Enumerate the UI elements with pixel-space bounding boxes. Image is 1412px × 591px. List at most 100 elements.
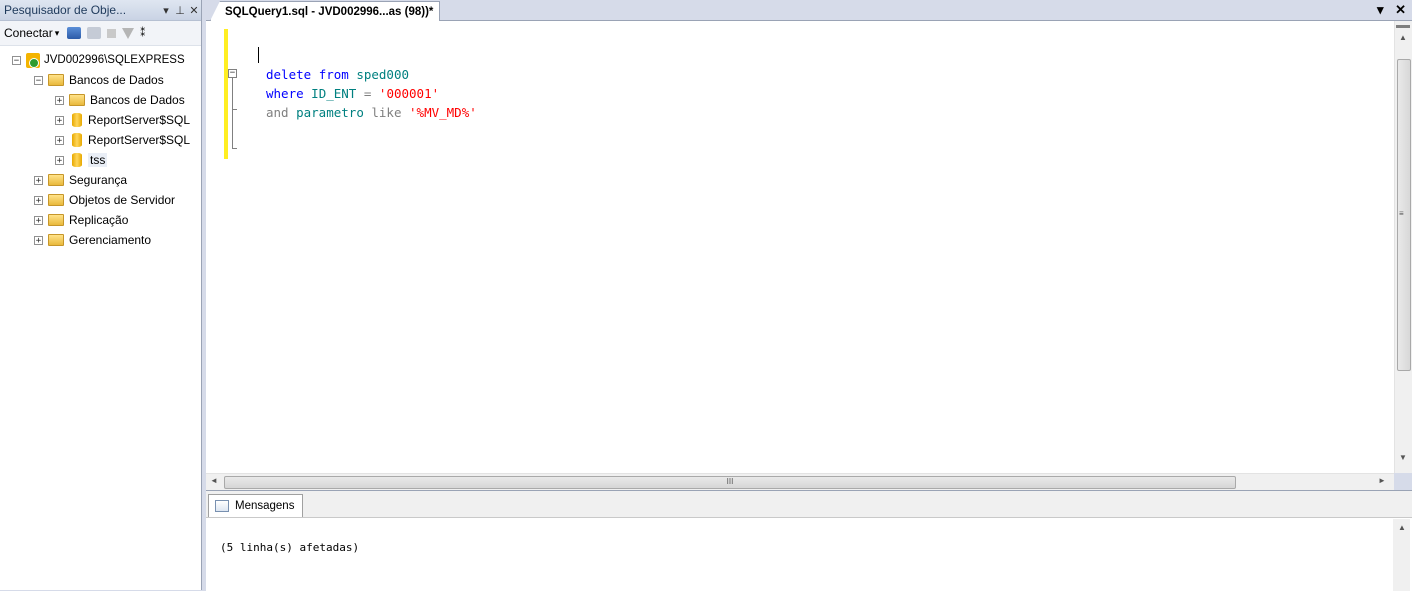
document-close-icon[interactable]: ✕ <box>1395 2 1406 17</box>
pin-icon[interactable]: ⊥ <box>173 4 187 17</box>
database-icon <box>72 133 82 147</box>
tree-node-label: Gerenciamento <box>69 233 152 247</box>
tree-node-replication[interactable]: + Replicação <box>0 210 201 230</box>
scroll-up-icon[interactable]: ▲ <box>1399 33 1407 42</box>
object-explorer-toolbar: Conectar ▾ ⁑ <box>0 21 201 46</box>
editor-horizontal-scrollbar[interactable]: ◄ III ► <box>206 473 1394 490</box>
operator: = <box>363 86 372 101</box>
database-icon <box>72 153 82 167</box>
scroll-left-icon[interactable]: ◄ <box>210 476 218 485</box>
object-explorer-title: Pesquisador de Obje... <box>4 3 127 17</box>
results-pane: Mensagens (5 linha(s) afetadas) ▲ <box>206 490 1412 591</box>
stop-icon[interactable] <box>107 28 117 38</box>
tab-label: Mensagens <box>235 500 295 512</box>
scroll-right-icon[interactable]: ► <box>1378 476 1386 485</box>
folder-icon <box>48 194 64 206</box>
tab-title: SQLQuery1.sql - JVD002996...as (98))* <box>225 5 434 18</box>
string-literal: '000001' <box>378 86 440 101</box>
results-tab-bar: Mensagens <box>206 491 1412 518</box>
tree-node-label: tss <box>88 153 108 167</box>
expand-icon[interactable]: + <box>34 215 43 225</box>
scroll-grip-icon: ≡ <box>1399 209 1404 218</box>
scroll-thumb[interactable]: III <box>224 476 1236 489</box>
expand-icon[interactable]: + <box>34 195 43 205</box>
tree-node-label: ReportServer$SQL <box>88 133 191 147</box>
filter-icon[interactable] <box>122 27 135 39</box>
outline-tick <box>232 109 237 110</box>
folder-icon <box>48 234 64 246</box>
expand-icon[interactable]: + <box>34 235 43 245</box>
collapse-icon[interactable]: − <box>34 75 43 85</box>
editor-vertical-scrollbar[interactable]: ▲ ≡ ▼ <box>1394 21 1412 473</box>
expand-icon[interactable]: + <box>55 115 64 125</box>
outlining-region: − <box>228 69 238 149</box>
outline-tick <box>232 148 237 149</box>
scroll-up-icon[interactable]: ▲ <box>1398 523 1406 532</box>
tree-node-server-objects[interactable]: + Objetos de Servidor <box>0 190 201 210</box>
keyword: from <box>318 67 349 82</box>
folder-icon <box>48 174 64 186</box>
toolbar-overflow-icon[interactable]: ⁑ <box>140 28 145 39</box>
folder-icon <box>48 214 64 226</box>
code-line: where ID_ENT = '000001' <box>266 84 477 103</box>
column-name: parametro <box>296 105 364 120</box>
query-document: SQLQuery1.sql - JVD002996...as (98))* ▾ … <box>206 0 1412 591</box>
object-explorer-title-bar: Pesquisador de Obje... ▾ ⊥ ✕ <box>0 0 201 21</box>
tree-node-database[interactable]: + ReportServer$SQL <box>0 110 201 130</box>
outline-line <box>232 78 233 148</box>
result-message: (5 linha(s) afetadas) <box>220 541 360 554</box>
editor-margin <box>206 21 226 473</box>
tree-node-label: Replicação <box>69 213 129 227</box>
tree-node-database[interactable]: + ReportServer$SQL <box>0 130 201 150</box>
scroll-grip-icon: III <box>726 477 734 486</box>
tab-messages[interactable]: Mensagens <box>208 494 304 517</box>
document-dropdown-icon[interactable]: ▾ <box>1377 2 1384 17</box>
connect-label: Conectar <box>4 26 53 40</box>
tree-node-label: Bancos de Dados <box>69 73 164 87</box>
panel-dropdown-icon[interactable]: ▾ <box>159 4 173 17</box>
tab-sqlquery1[interactable]: SQLQuery1.sql - JVD002996...as (98))* <box>210 1 441 21</box>
messages-icon <box>215 500 229 512</box>
code-text[interactable]: delete from sped000 where ID_ENT = '0000… <box>266 65 477 122</box>
document-tab-bar: SQLQuery1.sql - JVD002996...as (98))* ▾ … <box>206 0 1412 21</box>
results-vertical-scrollbar[interactable]: ▲ <box>1393 519 1410 591</box>
keyword: and <box>266 105 289 120</box>
connect-button[interactable]: Conectar ▾ <box>4 26 59 40</box>
tree-node-database-tss[interactable]: + tss <box>0 150 201 170</box>
tree-node-server[interactable]: − JVD002996\SQLEXPRESS <box>0 50 201 70</box>
collapse-icon[interactable]: − <box>12 55 21 65</box>
object-explorer-panel: Pesquisador de Obje... ▾ ⊥ ✕ Conectar ▾ … <box>0 0 202 590</box>
tree-node-system-databases[interactable]: + Bancos de Dados <box>0 90 201 110</box>
tree-node-management[interactable]: + Gerenciamento <box>0 230 201 250</box>
scroll-down-icon[interactable]: ▼ <box>1399 453 1407 462</box>
tree-node-databases[interactable]: − Bancos de Dados <box>0 70 201 90</box>
chevron-down-icon: ▾ <box>54 27 60 38</box>
folder-icon <box>69 94 85 106</box>
tree-node-label: Bancos de Dados <box>90 93 185 107</box>
expand-icon[interactable]: + <box>55 95 64 105</box>
column-name: ID_ENT <box>311 86 357 101</box>
object-explorer-tree: − JVD002996\SQLEXPRESS − Bancos de Dados… <box>0 46 201 250</box>
tree-node-security[interactable]: + Segurança <box>0 170 201 190</box>
code-line: and parametro like '%MV_MD%' <box>266 103 477 122</box>
collapse-region-icon[interactable]: − <box>228 69 237 78</box>
panel-close-icon[interactable]: ✕ <box>187 4 201 17</box>
expand-icon[interactable]: + <box>55 155 64 165</box>
expand-icon[interactable]: + <box>34 175 43 185</box>
database-icon <box>72 113 82 127</box>
split-handle[interactable] <box>1396 25 1410 28</box>
sql-editor[interactable]: − delete from sped000 where ID_ENT = '00… <box>206 21 1394 473</box>
expand-icon[interactable]: + <box>55 135 64 145</box>
connect-object-explorer-icon[interactable] <box>67 27 82 39</box>
keyword: delete <box>266 67 312 82</box>
tree-node-label: Objetos de Servidor <box>69 193 176 207</box>
table-name: sped000 <box>356 67 410 82</box>
server-icon <box>26 52 40 68</box>
text-caret <box>258 47 259 63</box>
operator: like <box>371 105 402 120</box>
tree-node-label: Segurança <box>69 173 128 187</box>
keyword: where <box>266 86 304 101</box>
code-line: delete from sped000 <box>266 65 477 84</box>
disconnect-icon[interactable] <box>87 27 102 39</box>
folder-icon <box>48 74 64 86</box>
